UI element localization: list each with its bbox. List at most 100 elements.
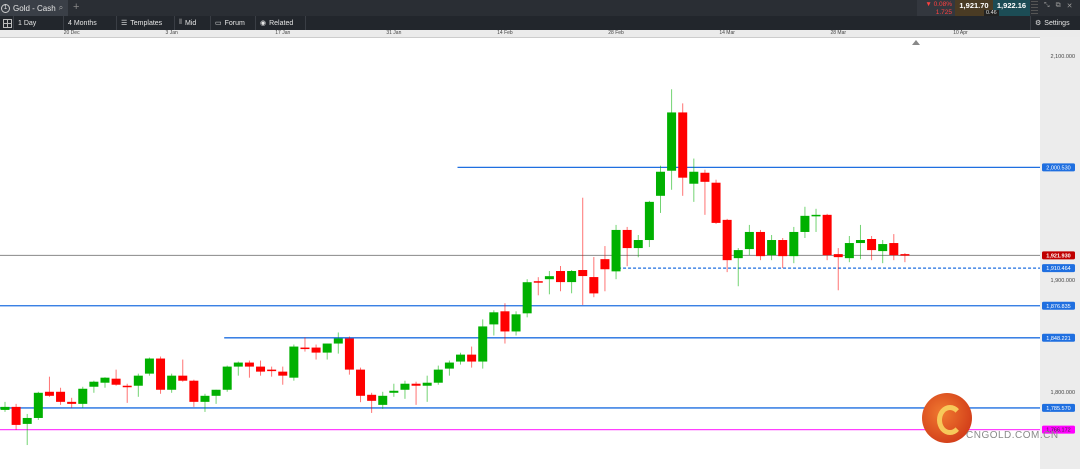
candle-body bbox=[222, 366, 232, 390]
candle-body bbox=[878, 244, 888, 252]
candle-body bbox=[311, 347, 321, 353]
price-change: ▼ 0.08% 1.725 bbox=[917, 0, 955, 16]
related-label: Related bbox=[269, 19, 294, 27]
candle-body bbox=[478, 326, 488, 362]
candle-body bbox=[511, 314, 521, 332]
scroll-to-latest-icon[interactable] bbox=[912, 40, 920, 45]
candle-body bbox=[456, 354, 466, 362]
popout-icon[interactable]: ⧉ bbox=[1056, 2, 1061, 10]
candle-body bbox=[378, 395, 388, 405]
interval-label: 1 Day bbox=[18, 19, 37, 27]
date-tick-label: 20 Dec bbox=[63, 30, 80, 36]
candle-body bbox=[422, 382, 432, 386]
date-tick-label: 31 Jan bbox=[386, 30, 402, 36]
price-tick-label: 1,900.000 bbox=[1051, 278, 1075, 284]
mid-label: Mid bbox=[184, 19, 197, 27]
candle-body bbox=[300, 347, 310, 350]
mid-button[interactable]: ⫴ Mid bbox=[175, 16, 211, 30]
price-tick-label: 2,100.000 bbox=[1051, 54, 1075, 60]
search-icon[interactable]: ⌕ bbox=[59, 3, 63, 13]
candle-body bbox=[400, 383, 410, 390]
candle-body bbox=[144, 358, 154, 374]
candle-body bbox=[544, 276, 554, 280]
candle-body bbox=[733, 250, 743, 259]
candle-body bbox=[767, 240, 777, 256]
interval-dropdown[interactable]: 1 Day bbox=[14, 16, 64, 30]
candle-body bbox=[855, 240, 865, 244]
candle-body bbox=[333, 338, 343, 344]
candle-body bbox=[156, 358, 166, 390]
candle-body bbox=[44, 391, 54, 396]
candle-body bbox=[278, 371, 288, 376]
candle-body bbox=[633, 240, 643, 249]
candlestick-chart[interactable]: 2,100.0001,900.0001,800.0002,000.5301,92… bbox=[0, 37, 1080, 469]
minimize-icon[interactable]: ⤡ bbox=[1044, 2, 1050, 10]
candle-body bbox=[689, 171, 699, 184]
candle-body bbox=[178, 375, 188, 381]
level-price-label: 1,876.835 bbox=[1046, 304, 1070, 310]
instrument-tab[interactable]: 1 Gold - Cash ⌕ bbox=[0, 0, 68, 16]
candle-body bbox=[500, 311, 510, 332]
candle-body bbox=[233, 362, 243, 367]
drag-handle[interactable] bbox=[1031, 1, 1038, 15]
chat-icon: ▭ bbox=[215, 20, 222, 27]
forum-label: Forum bbox=[224, 19, 245, 27]
cngold-logo-icon bbox=[922, 393, 972, 443]
level-price-label: 2,000.530 bbox=[1046, 165, 1070, 171]
candle-body bbox=[100, 377, 110, 383]
chart-toolbar: 1 Day 4 Months ☰ Templates ⫴ Mid ▭ Forum ◉ R… bbox=[0, 16, 1080, 30]
date-tick-label: 3 Jan bbox=[165, 30, 178, 36]
candle-body bbox=[844, 243, 854, 259]
candle-body bbox=[700, 172, 710, 182]
range-label: 4 Months bbox=[68, 19, 97, 27]
candle-body bbox=[711, 182, 721, 223]
tab-title: Gold - Cash bbox=[13, 3, 56, 13]
close-icon[interactable]: ✕ bbox=[1067, 2, 1073, 10]
tab-number-badge: 1 bbox=[1, 3, 10, 13]
candle-body bbox=[789, 231, 799, 257]
watermark-site: CNGOLD.COM.CN bbox=[966, 430, 1059, 441]
candle-body bbox=[122, 385, 132, 388]
candle-body bbox=[211, 389, 221, 396]
watermark-logo: CNGOLD.COM.CN bbox=[922, 393, 1077, 463]
date-tick-label: 10 Apr bbox=[953, 30, 968, 36]
candle-body bbox=[644, 201, 654, 241]
date-tick-label: 14 Feb bbox=[497, 30, 513, 36]
candle-body bbox=[889, 243, 899, 256]
candle-body bbox=[778, 240, 788, 257]
sliders-icon: ☰ bbox=[121, 20, 128, 27]
title-bar: 1 Gold - Cash ⌕ + ▼ 0.08% 1.725 1,921.70… bbox=[0, 0, 1080, 16]
settings-label: Settings bbox=[1044, 19, 1070, 27]
candle-body bbox=[622, 229, 632, 249]
forum-button[interactable]: ▭ Forum bbox=[211, 16, 256, 30]
related-button[interactable]: ◉ Related bbox=[256, 16, 306, 30]
candle-body bbox=[200, 395, 210, 402]
candle-body bbox=[133, 375, 143, 386]
candle-body bbox=[611, 229, 621, 272]
candle-body bbox=[567, 271, 577, 283]
candle-body bbox=[167, 375, 177, 390]
change-percent: ▼ 0.08% bbox=[925, 1, 952, 8]
candle-body bbox=[0, 406, 10, 410]
add-tab-button[interactable]: + bbox=[73, 1, 79, 13]
candle-body bbox=[744, 231, 754, 250]
candle-body bbox=[489, 312, 499, 325]
candle-body bbox=[867, 239, 877, 251]
candle-body bbox=[811, 214, 821, 217]
candle-body bbox=[444, 362, 454, 369]
candle-body bbox=[800, 215, 810, 232]
candle-body bbox=[356, 369, 366, 396]
candle-body bbox=[244, 362, 254, 367]
templates-button[interactable]: ☰ Templates bbox=[117, 16, 175, 30]
candle-body bbox=[755, 231, 765, 257]
range-dropdown[interactable]: 4 Months bbox=[64, 16, 117, 30]
candle-body bbox=[655, 171, 665, 196]
change-value: 1.725 bbox=[935, 8, 952, 16]
candle-body bbox=[289, 346, 299, 378]
candle-body bbox=[578, 270, 588, 277]
candle-body bbox=[256, 366, 266, 372]
layout-grid-button[interactable] bbox=[0, 16, 14, 30]
candle-body bbox=[600, 259, 610, 270]
settings-button[interactable]: ⚙ Settings bbox=[1030, 16, 1080, 30]
candle-body bbox=[533, 281, 543, 283]
